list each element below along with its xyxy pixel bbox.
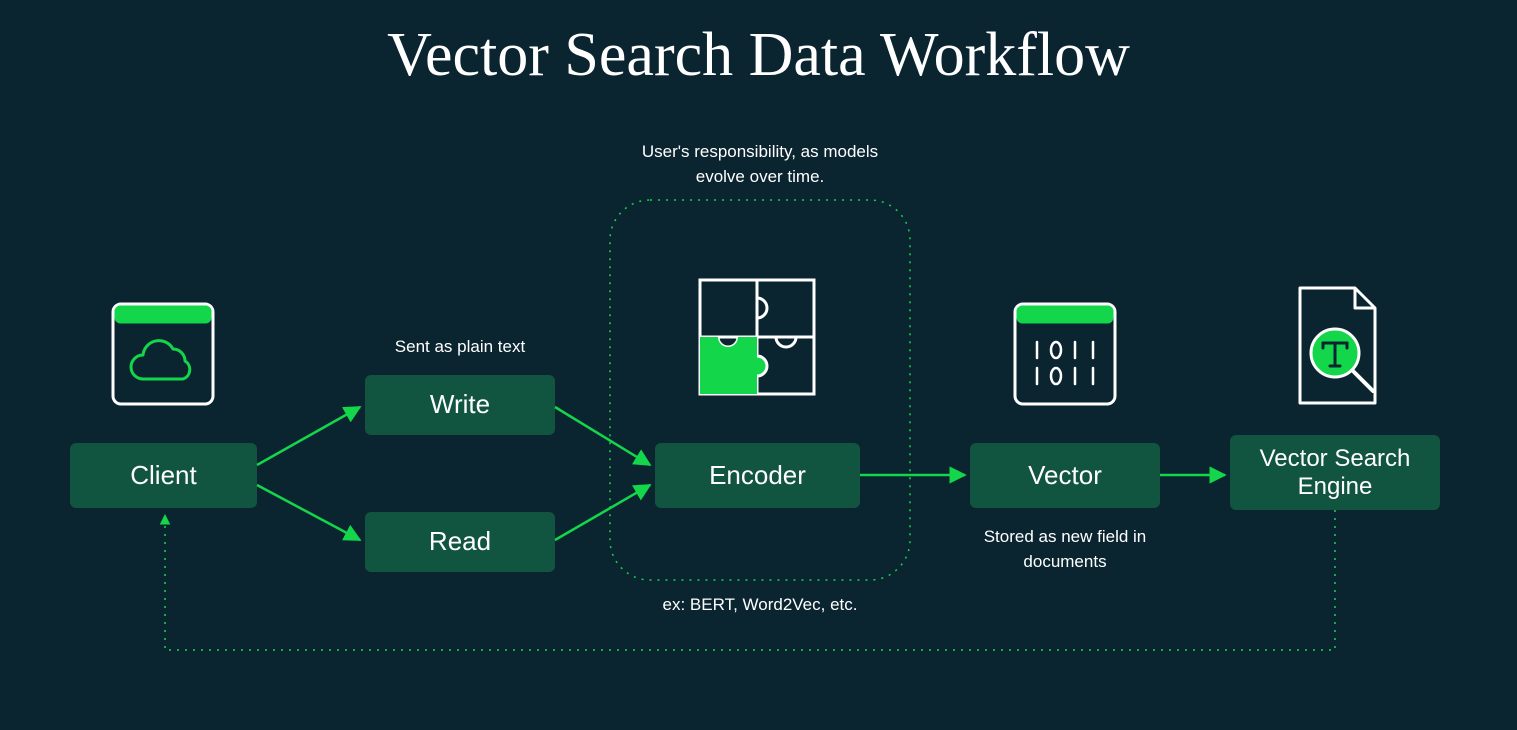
encoder-boundary: [610, 200, 910, 580]
annotation-encoder-examples: ex: BERT, Word2Vec, etc.: [645, 593, 875, 618]
diagram-title: Vector Search Data Workflow: [0, 20, 1517, 91]
node-encoder: Encoder: [655, 443, 860, 508]
engine-document-icon: [1300, 288, 1375, 403]
annotation-stored-as: Stored as new field in documents: [960, 525, 1170, 574]
node-write: Write: [365, 375, 555, 435]
diagram-overlay: [0, 0, 1517, 730]
annotation-user-responsibility: User's responsibility, as models evolve …: [615, 140, 905, 189]
node-client: Client: [70, 443, 257, 508]
node-read: Read: [365, 512, 555, 572]
vector-binary-icon: [1015, 304, 1115, 404]
node-vector: Vector: [970, 443, 1160, 508]
encoder-puzzle-icon: [700, 280, 814, 394]
client-icon: [113, 304, 213, 404]
node-engine: Vector Search Engine: [1230, 435, 1440, 510]
annotation-sent-as-plain-text: Sent as plain text: [350, 335, 570, 360]
